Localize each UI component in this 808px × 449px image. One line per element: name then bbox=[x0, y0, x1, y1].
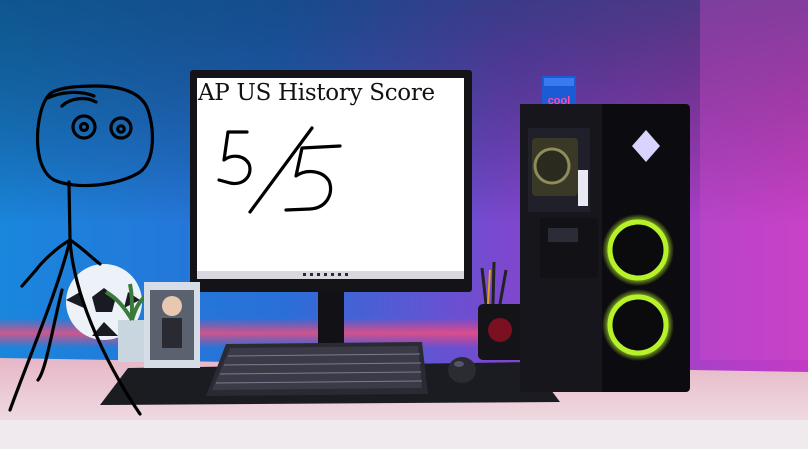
stick-figure-icon bbox=[8, 84, 154, 416]
photo-scene: AP US History Score cool bbox=[0, 0, 808, 449]
